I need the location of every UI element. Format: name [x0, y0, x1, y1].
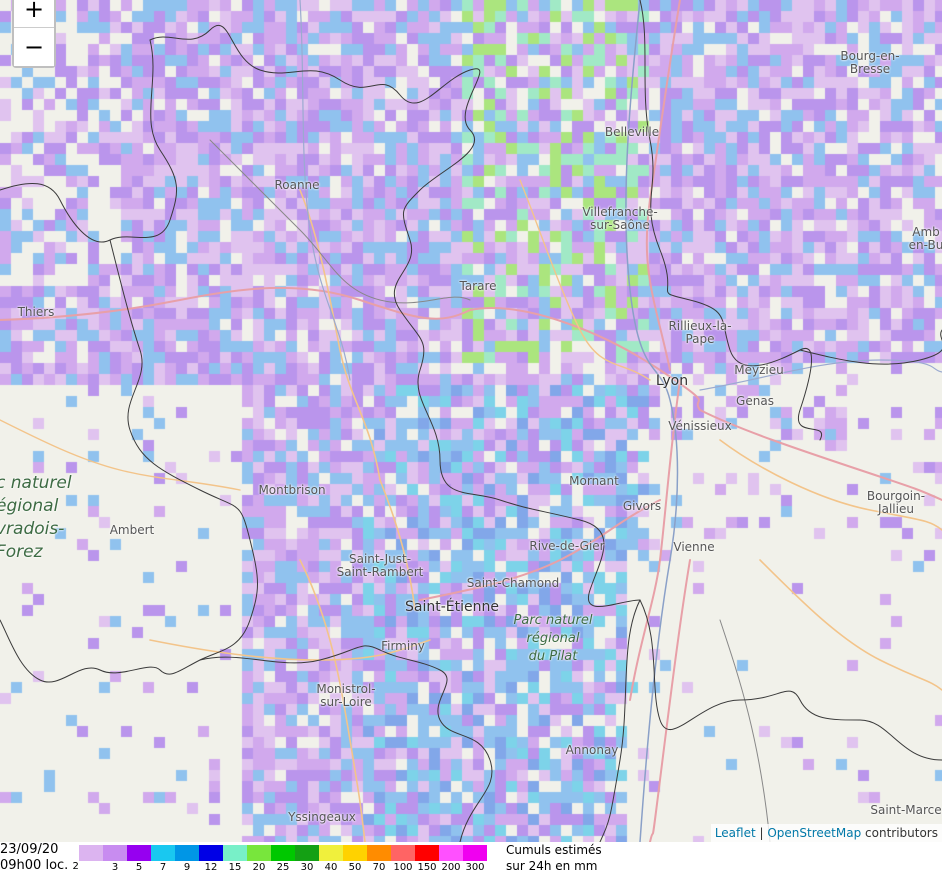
legend-swatch: [151, 845, 175, 861]
place-label-montbrison: Montbrison: [258, 483, 326, 497]
place-label-bourgoin: Bourgoin- Jallieu: [866, 489, 926, 516]
legend-title-line1: Cumuls estimés: [506, 843, 602, 857]
legend-date: 23/09/20: [0, 842, 59, 857]
legend-swatch: [175, 845, 199, 861]
legend-swatch: [199, 845, 223, 861]
openstreetmap-link[interactable]: OpenStreetMap: [767, 826, 861, 840]
road: [299, 189, 381, 481]
place-label-monistrol: Monistrol- sur-Loire: [316, 682, 376, 709]
legend-swatch: [319, 845, 343, 861]
legend-time: 09h00 loc. 2: [0, 858, 79, 873]
attribution-separator: |: [755, 826, 768, 840]
zoom-control: + −: [12, 0, 56, 68]
legend-swatch: [103, 845, 127, 861]
legend-tick: 9: [183, 862, 191, 873]
place-label-meyzieu: Meyzieu: [734, 363, 784, 377]
place-label-thiers: Thiers: [17, 305, 55, 319]
railway: [719, 619, 771, 842]
legend-tick: 5: [135, 862, 143, 873]
department-border: [0, 39, 178, 243]
place-label-ambert: Ambert: [109, 523, 155, 537]
legend-tick: 30: [300, 862, 314, 873]
place-label-amberieu: Amb en-Bu: [908, 225, 942, 252]
legend-tick: 150: [417, 862, 437, 873]
road: [469, 307, 701, 411]
road: [379, 479, 416, 611]
basemap-lines: [0, 0, 942, 842]
road: [759, 559, 942, 691]
place-label-rillieux: Rillieux-la- Pape: [668, 319, 732, 346]
place-label-rivedegier: Rive-de-Gier: [529, 539, 605, 553]
legend-time-text: 09h00 loc.: [0, 858, 69, 873]
legend-tick: 7: [159, 862, 167, 873]
road: [0, 286, 471, 321]
place-label-saintjust: Saint-Just- Saint-Rambert: [336, 552, 424, 579]
road: [719, 439, 942, 531]
legend-swatch: [463, 845, 487, 861]
legend-tick: 300: [465, 862, 485, 873]
attribution-suffix: contributors: [861, 826, 938, 840]
zoom-in-button[interactable]: +: [14, 0, 54, 28]
legend-tick: 70: [372, 862, 386, 873]
legend-swatch: [367, 845, 391, 861]
legend-swatch: [127, 845, 151, 861]
legend-tick: 12: [204, 862, 218, 873]
place-label-lyon: Lyon: [655, 373, 689, 389]
department-border: [799, 329, 942, 365]
legend-tick: 20: [252, 862, 266, 873]
place-label-saintchamond: Saint-Chamond: [466, 576, 560, 590]
legend-swatch: [343, 845, 367, 861]
map-attribution: Leaflet | OpenStreetMap contributors: [710, 824, 942, 842]
legend-tick: 25: [276, 862, 290, 873]
road: [699, 409, 942, 501]
place-label-tarare: Tarare: [459, 279, 497, 293]
legend-swatch: [79, 845, 103, 861]
place-label-pilat: Parc naturel régional du Pilat: [513, 613, 593, 664]
place-label-belleville: Belleville: [604, 125, 660, 139]
place-label-givors: Givors: [622, 499, 662, 513]
place-label-saintmarcel: Saint-Marce: [870, 803, 942, 817]
legend-tick: 100: [393, 862, 413, 873]
legend-tick: 15: [228, 862, 242, 873]
place-label-venissieux: Vénissieux: [668, 419, 732, 433]
zoom-out-button[interactable]: −: [14, 28, 54, 66]
legend-first-tick: 2: [72, 861, 79, 872]
place-label-bourg: Bourg-en- Bresse: [840, 49, 900, 76]
legend-tick: 200: [441, 862, 461, 873]
railway: [209, 139, 471, 304]
place-label-firminy: Firminy: [381, 639, 425, 653]
legend-swatch: [391, 845, 415, 861]
legend-tick: 50: [348, 862, 362, 873]
place-label-saintetienne: Saint-Étienne: [405, 599, 499, 615]
legend-swatch: [271, 845, 295, 861]
place-label-genas: Genas: [736, 394, 774, 408]
legend-swatch: [439, 845, 463, 861]
place-label-mornant: Mornant: [569, 474, 619, 488]
map-view[interactable]: + − Bourg-en- Bresse Belleville Roanne Vill…: [0, 0, 942, 842]
department-border: [639, 599, 942, 761]
legend-tick: 3: [111, 862, 119, 873]
legend-swatch: [247, 845, 271, 861]
place-label-roanne: Roanne: [274, 178, 320, 192]
precipitation-legend: 23/09/20 09h00 loc. 2 3 5 7 9 12 15 20 25 30 40 50…: [0, 842, 942, 874]
place-label-livradois: c naturel égional vradois- Forez: [0, 473, 72, 562]
legend-tick: 40: [324, 862, 338, 873]
leaflet-link[interactable]: Leaflet: [715, 826, 756, 840]
place-label-yssingeaux: Yssingeaux: [288, 810, 356, 824]
department-border: [599, 599, 641, 842]
place-label-annonay: Annonay: [565, 743, 619, 757]
legend-title-line2: sur 24h en mm: [506, 859, 598, 873]
legend-title: Cumuls estimés sur 24h en mm: [506, 842, 602, 874]
place-label-villefranche: Villefranche- sur-Saône: [582, 205, 658, 232]
legend-swatch: [223, 845, 247, 861]
legend-swatch: [415, 845, 439, 861]
place-label-vienne: Vienne: [673, 540, 715, 554]
legend-swatch: [295, 845, 319, 861]
